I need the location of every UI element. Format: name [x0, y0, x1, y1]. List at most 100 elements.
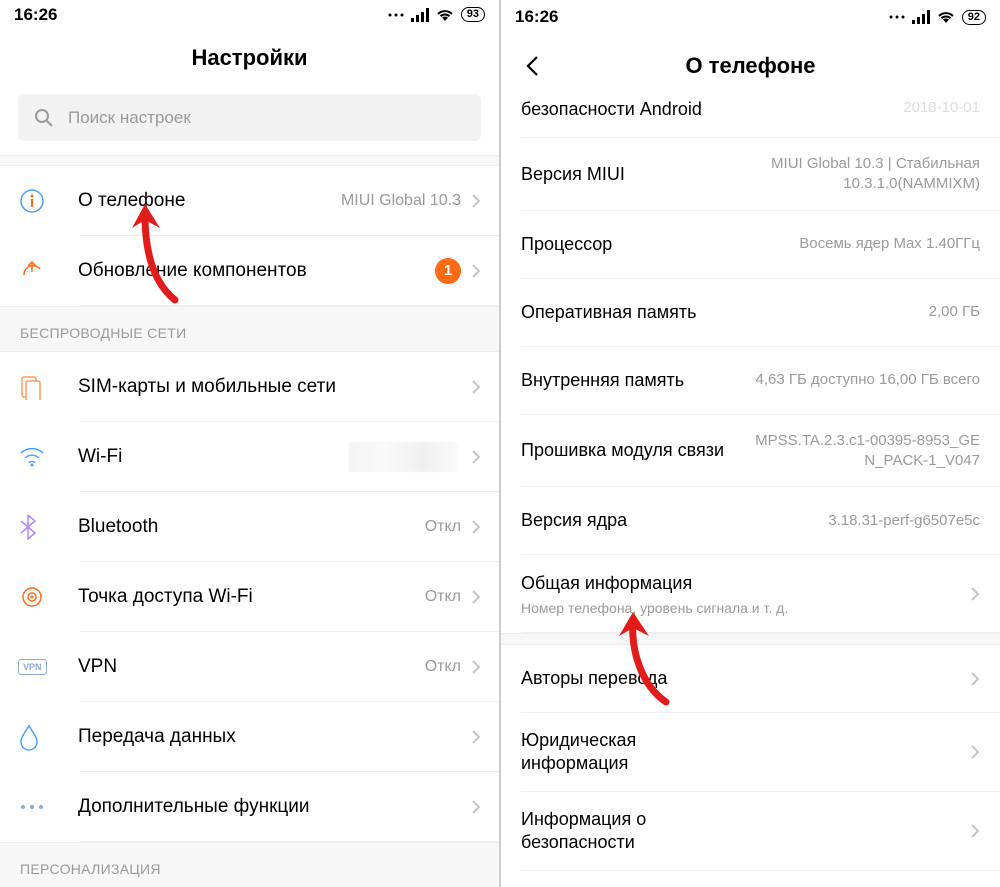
battery-icon: 92 [962, 10, 986, 25]
row-baseband[interactable]: Прошивка модуля связи MPSS.TA.2.3.c1-003… [501, 415, 1000, 488]
sim-icon [18, 374, 44, 400]
phone-left: 16:26 93 Настройки Поиск настроек О теле… [0, 0, 499, 887]
chevron-right-icon [471, 193, 481, 209]
info-value: 2018-10-01 [903, 98, 980, 118]
row-label: VPN [78, 656, 425, 678]
info-subtitle: Номер телефона, уровень сигнала и т. д. [521, 600, 970, 616]
wifi-icon [936, 10, 956, 24]
row-miui-version[interactable]: Версия MIUI MIUI Global 10.3 | Стабильна… [501, 138, 1000, 211]
section-header-personalization: ПЕРСОНАЛИЗАЦИЯ [0, 842, 499, 887]
row-wifi[interactable]: Wi-Fi [0, 422, 499, 492]
back-button[interactable] [519, 53, 545, 79]
row-hotspot[interactable]: Точка доступа Wi-Fi Откл [0, 562, 499, 632]
page-title: О телефоне [685, 53, 815, 79]
info-label: Оперативная память [521, 301, 696, 324]
chevron-right-icon [471, 379, 481, 395]
row-label: Передача данных [78, 726, 471, 748]
row-component-updates[interactable]: Обновление компонентов 1 [0, 236, 499, 306]
info-value: MIUI Global 10.3 | Стабильная 10.3.1.0(N… [750, 154, 980, 195]
droplet-icon [18, 723, 40, 751]
info-label: Версия ядра [521, 509, 627, 532]
info-label: Прошивка модуля связи [521, 439, 724, 462]
chevron-right-icon [471, 799, 481, 815]
search-placeholder: Поиск настроек [68, 108, 191, 128]
row-label: Bluetooth [78, 516, 425, 538]
chevron-right-icon [471, 589, 481, 605]
row-bluetooth[interactable]: Bluetooth Откл [0, 492, 499, 562]
row-more-features[interactable]: Дополнительные функции [0, 772, 499, 842]
update-badge: 1 [435, 258, 461, 284]
info-label: безопасности Android [521, 98, 702, 121]
row-value: Откл [425, 516, 461, 538]
vpn-icon: VPN [18, 659, 47, 675]
phone-right: 16:26 92 О телефоне безопасности Android… [501, 0, 1000, 887]
more-horizontal-icon [18, 803, 46, 811]
bluetooth-icon [18, 513, 38, 541]
page-title: Настройки [191, 45, 307, 71]
row-value: Откл [425, 656, 461, 678]
signal-icon [411, 8, 429, 22]
row-security-patch[interactable]: безопасности Android 2018-10-01 [501, 98, 1000, 138]
status-time: 16:26 [14, 5, 57, 25]
wifi-icon [435, 8, 455, 22]
info-label: Юридическая информация [521, 729, 741, 776]
row-data-usage[interactable]: Передача данных [0, 702, 499, 772]
signal-icon [912, 10, 930, 24]
row-value: MIUI Global 10.3 [341, 190, 461, 212]
row-about-phone[interactable]: О телефоне MIUI Global 10.3 [0, 166, 499, 236]
row-label: Дополнительные функции [78, 796, 471, 818]
page-header: Настройки [0, 30, 499, 86]
status-time: 16:26 [515, 7, 558, 27]
status-icons: 93 [387, 7, 485, 22]
info-label: Общая информация [521, 572, 741, 595]
info-value: 4,63 ГБ доступно 16,00 ГБ всего [755, 370, 980, 390]
page-header: О телефоне [501, 34, 1000, 98]
row-storage[interactable]: Внутренняя память 4,63 ГБ доступно 16,00… [501, 347, 1000, 415]
info-label: Информация о безопасности [521, 808, 741, 855]
row-label: SIM-карты и мобильные сети [78, 376, 471, 398]
chevron-left-icon [525, 55, 539, 77]
info-icon [18, 187, 46, 215]
row-legal-info[interactable]: Юридическая информация [501, 713, 1000, 792]
info-value: 2,00 ГБ [929, 302, 980, 322]
more-icon [387, 12, 405, 18]
battery-icon: 93 [461, 7, 485, 22]
row-kernel[interactable]: Версия ядра 3.18.31-perf-g6507e5c [501, 487, 1000, 555]
divider [0, 155, 499, 166]
section-header-wireless: БЕСПРОВОДНЫЕ СЕТИ [0, 306, 499, 352]
row-ram[interactable]: Оперативная память 2,00 ГБ [501, 279, 1000, 347]
wifi-icon [18, 446, 46, 468]
divider [501, 633, 1000, 645]
row-security-info[interactable]: Информация о безопасности [501, 792, 1000, 871]
hotspot-icon [18, 583, 46, 611]
info-label: Процессор [521, 233, 612, 256]
info-label: Внутренняя память [521, 369, 684, 392]
row-general-info[interactable]: Общая информация Номер телефона, уровень… [501, 555, 1000, 633]
row-label: Обновление компонентов [78, 260, 435, 282]
chevron-right-icon [471, 519, 481, 535]
chevron-right-icon [471, 729, 481, 745]
row-label: Точка доступа Wi-Fi [78, 586, 425, 608]
info-value: 3.18.31-perf-g6507e5c [828, 511, 980, 531]
row-label: О телефоне [78, 190, 341, 212]
row-vpn[interactable]: VPN VPN Откл [0, 632, 499, 702]
row-processor[interactable]: Процессор Восемь ядер Max 1.40ГГц [501, 211, 1000, 279]
search-input[interactable]: Поиск настроек [18, 94, 481, 141]
chevron-right-icon [471, 263, 481, 279]
info-value: Восемь ядер Max 1.40ГГц [799, 234, 980, 254]
chevron-right-icon [970, 744, 980, 760]
chevron-right-icon [970, 671, 980, 687]
more-icon [888, 14, 906, 20]
row-value: Откл [425, 586, 461, 608]
chevron-right-icon [471, 449, 481, 465]
info-label: Авторы перевода [521, 667, 667, 690]
chevron-right-icon [970, 823, 980, 839]
update-icon [18, 257, 46, 285]
chevron-right-icon [970, 586, 980, 602]
row-translation-authors[interactable]: Авторы перевода [501, 645, 1000, 713]
blurred-value [349, 442, 459, 472]
info-value: MPSS.TA.2.3.c1-00395-8953_GEN_PACK-1_V04… [750, 431, 980, 472]
search-icon [34, 108, 54, 128]
status-bar: 16:26 92 [501, 0, 1000, 34]
row-sim-networks[interactable]: SIM-карты и мобильные сети [0, 352, 499, 422]
